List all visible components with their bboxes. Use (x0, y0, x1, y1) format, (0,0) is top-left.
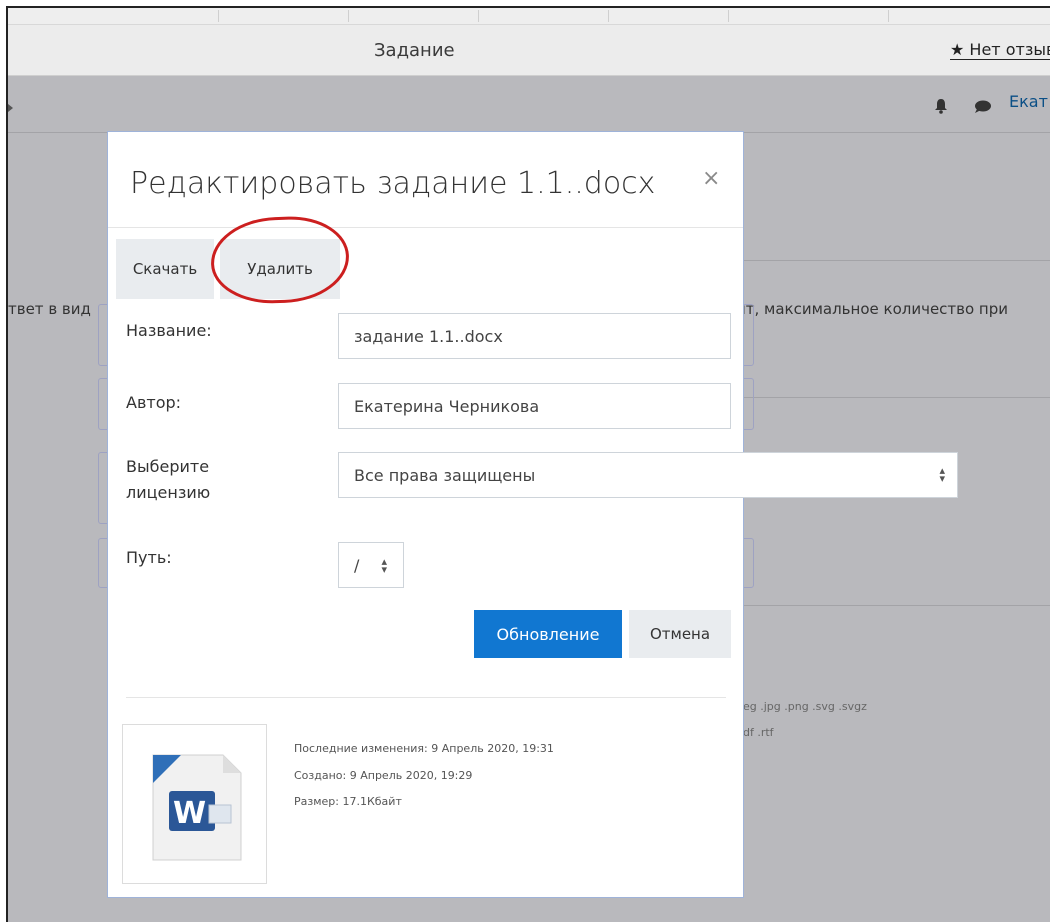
path-select-value: / (354, 555, 360, 575)
cancel-button[interactable]: Отмена (629, 610, 731, 658)
select-arrows-icon: ▴ ▾ (381, 555, 387, 576)
bell-icon[interactable] (934, 98, 948, 114)
svg-text:W: W (173, 796, 206, 831)
file-size: Размер: 17.1Кбайт (294, 795, 402, 808)
license-select[interactable]: Все права защищены ▴ ▾ (338, 452, 958, 498)
nav-caret-icon[interactable] (8, 104, 13, 112)
page-titlebar: Задание ★ Нет отзыв (8, 25, 1050, 76)
name-label: Название: (126, 321, 212, 340)
close-icon[interactable]: × (702, 166, 720, 191)
dialog-title: Редактировать задание 1.1..docx (130, 166, 656, 201)
license-label: Выберите лицензию (126, 457, 211, 502)
edit-file-dialog: Редактировать задание 1.1..docx × Скачат… (107, 131, 958, 898)
path-label: Путь: (126, 548, 172, 567)
dialog-header-divider (108, 227, 743, 228)
page-title: Задание (374, 40, 455, 61)
file-created: Создано: 9 Апрель 2020, 19:29 (294, 769, 473, 782)
update-button[interactable]: Обновление (474, 610, 622, 658)
download-button[interactable]: Скачать (116, 239, 214, 299)
feedback-link[interactable]: ★ Нет отзыв (950, 40, 1050, 60)
bg-description-right: йт, максимальное количество при (736, 300, 1009, 318)
bg-divider (738, 605, 1050, 606)
bg-divider (738, 260, 1050, 261)
author-input[interactable]: Екатерина Черникова (338, 383, 731, 429)
bg-description-left: твет в вид (8, 300, 91, 318)
bg-filetypes-1: peg .jpg .png .svg .svgz (736, 700, 867, 713)
file-thumbnail: W (122, 724, 267, 884)
name-input[interactable]: задание 1.1..docx (338, 313, 731, 359)
select-arrows-icon: ▴ ▾ (939, 464, 945, 485)
word-document-icon: W (152, 754, 242, 861)
browser-tabstrip (8, 8, 1050, 25)
bg-divider (738, 397, 1050, 398)
chat-icon[interactable] (974, 100, 992, 114)
dialog-section-divider (126, 697, 726, 698)
user-menu-link[interactable]: Екат (1009, 92, 1048, 111)
author-label: Автор: (126, 393, 182, 412)
site-navbar: Екат (8, 76, 1050, 136)
path-select[interactable]: / ▴ ▾ (338, 542, 404, 588)
license-select-value: Все права защищены (354, 465, 536, 485)
browser-window: Задание ★ Нет отзыв Екат твет в вид йт, … (6, 6, 1050, 922)
file-modified: Последние изменения: 9 Апрель 2020, 19:3… (294, 742, 554, 755)
